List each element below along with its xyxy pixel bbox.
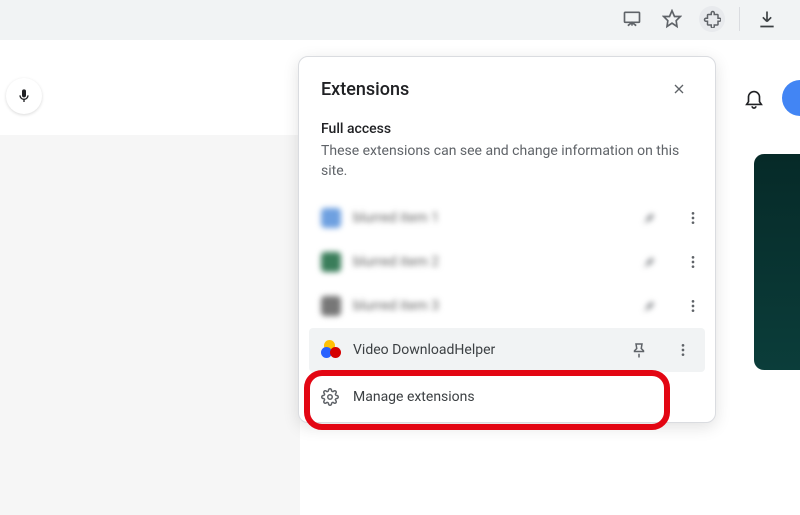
pin-icon <box>630 341 648 359</box>
close-icon <box>671 81 687 97</box>
more-options-button[interactable] <box>677 290 709 322</box>
extension-icon <box>321 252 341 272</box>
pin-button[interactable] <box>633 290 665 322</box>
manage-extensions-label: Manage extensions <box>353 389 475 405</box>
video-downloadhelper-icon <box>321 340 341 360</box>
extension-name: blurred item 3 <box>353 298 621 314</box>
more-options-button[interactable] <box>677 246 709 278</box>
toolbar-icon-group <box>619 6 780 32</box>
more-vertical-icon <box>685 298 701 314</box>
left-gray-panel <box>0 135 300 515</box>
pin-button[interactable] <box>633 202 665 234</box>
close-button[interactable] <box>665 75 693 103</box>
more-vertical-icon <box>685 210 701 226</box>
section-title: Full access <box>299 113 715 139</box>
extension-item[interactable]: blurred item 3 <box>299 284 715 328</box>
extension-icon <box>321 296 341 316</box>
more-vertical-icon <box>675 342 691 358</box>
manage-extensions-link[interactable]: Manage extensions <box>299 380 715 406</box>
more-options-button[interactable] <box>667 334 699 366</box>
extension-item-video-downloadhelper[interactable]: Video DownloadHelper <box>309 328 705 372</box>
cast-icon[interactable] <box>619 6 645 32</box>
browser-toolbar <box>0 0 800 40</box>
gear-icon <box>321 388 339 406</box>
pin-button[interactable] <box>633 246 665 278</box>
mic-icon <box>16 88 32 104</box>
video-thumbnail-strip <box>754 154 800 370</box>
extension-item[interactable]: blurred item 1 <box>299 196 715 240</box>
more-options-button[interactable] <box>677 202 709 234</box>
notifications-bell-icon[interactable] <box>740 84 768 112</box>
more-vertical-icon <box>685 254 701 270</box>
pin-button[interactable] <box>623 334 655 366</box>
section-description: These extensions can see and change info… <box>299 139 715 196</box>
extension-name: blurred item 2 <box>353 254 621 270</box>
extension-name: blurred item 1 <box>353 210 621 226</box>
extensions-puzzle-icon[interactable] <box>699 6 725 32</box>
extension-name: Video DownloadHelper <box>353 342 611 358</box>
star-icon[interactable] <box>659 6 685 32</box>
popup-header: Extensions <box>299 75 715 113</box>
voice-search-button[interactable] <box>6 78 42 114</box>
extension-item[interactable]: blurred item 2 <box>299 240 715 284</box>
extensions-popup: Extensions Full access These extensions … <box>298 56 716 423</box>
extension-icon <box>321 208 341 228</box>
download-icon[interactable] <box>754 6 780 32</box>
popup-title: Extensions <box>321 79 409 100</box>
toolbar-separator <box>739 7 740 31</box>
